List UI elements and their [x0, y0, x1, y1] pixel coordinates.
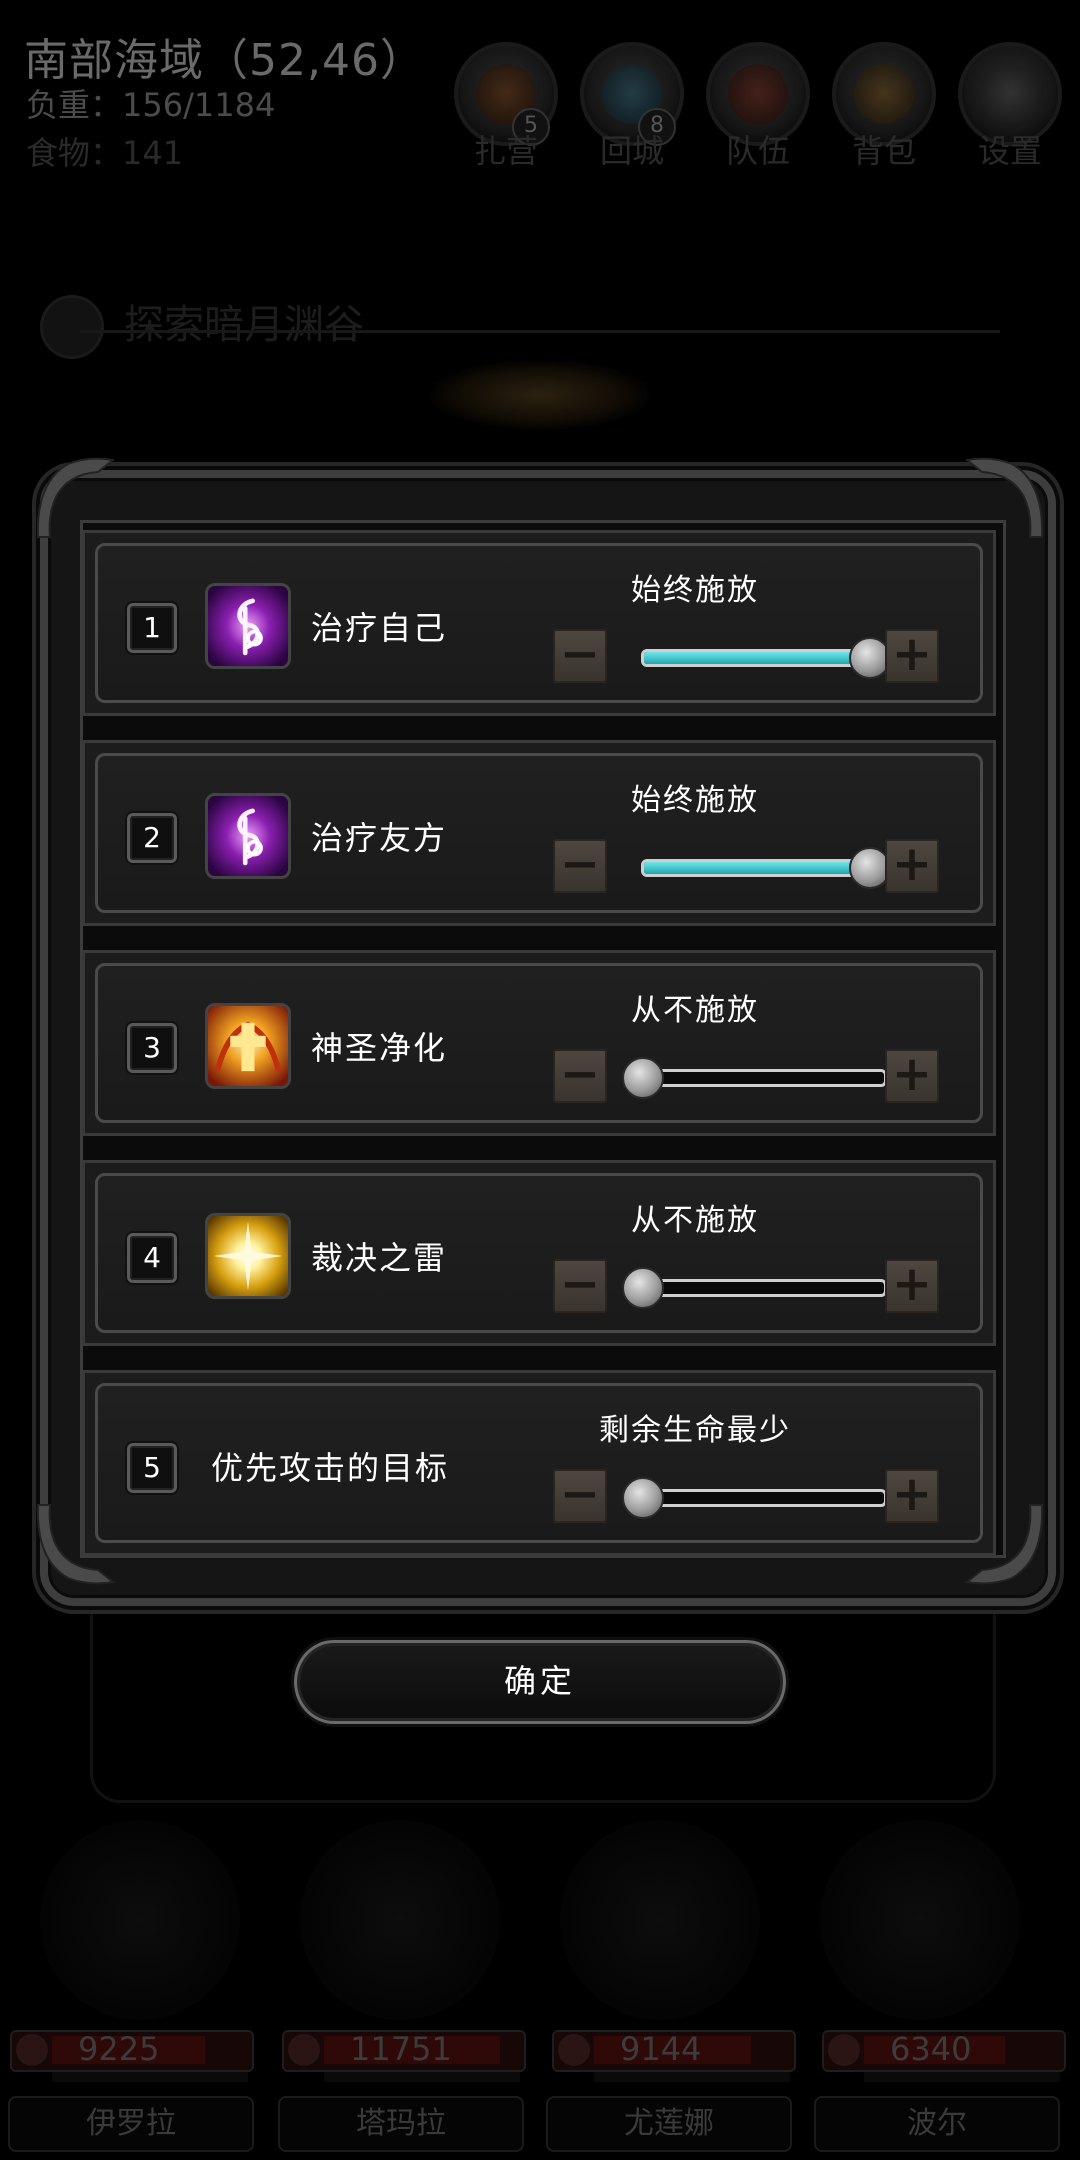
party-hp-bar: 9225 [10, 2030, 254, 2082]
party-hp-bar: 9144 [552, 2030, 796, 2082]
party-hp-value: 9144 [620, 2030, 702, 2068]
party-member-name[interactable]: 伊罗拉 [8, 2096, 254, 2152]
increase-button[interactable]: + [885, 1469, 939, 1523]
party-member-name[interactable]: 波尔 [814, 2096, 1060, 2152]
holy-purify-icon [205, 1003, 291, 1089]
decrease-button[interactable]: − [553, 839, 607, 893]
portrait-avatar [300, 1820, 500, 2020]
cast-slider[interactable] [641, 1069, 887, 1087]
camp-button[interactable]: 5 扎营 [446, 42, 566, 170]
skill-row: 1 治疗自己 始终施放 − + [82, 530, 996, 716]
decrease-button[interactable]: − [553, 1259, 607, 1313]
skill-name: 裁决之雷 [311, 1239, 448, 1277]
decrease-button[interactable]: − [553, 1469, 607, 1523]
skill-row: 4 裁决之雷 从不施放 − + [82, 1160, 996, 1346]
judgement-thunder-icon [205, 1213, 291, 1299]
return-town-label: 回城 [599, 132, 664, 170]
heal-ally-icon [205, 793, 291, 879]
skill-index: 2 [127, 813, 177, 863]
increase-button[interactable]: + [885, 1049, 939, 1103]
settings-label: 设置 [977, 132, 1042, 170]
party-member-name[interactable]: 塔玛拉 [278, 2096, 524, 2152]
decrease-button[interactable]: − [553, 629, 607, 683]
cast-mode-label: 从不施放 [631, 993, 759, 1028]
frame-ornament-icon [430, 360, 650, 430]
increase-button[interactable]: + [885, 839, 939, 893]
skill-row: 3 神圣净化 从不施放 − + [82, 950, 996, 1136]
backpack-label: 背包 [851, 132, 916, 170]
settings-button[interactable]: 设置 [950, 42, 1070, 170]
party-hp-value: 11751 [350, 2030, 452, 2068]
team-button[interactable]: 队伍 [698, 42, 818, 170]
gear-icon [980, 64, 1040, 124]
target-priority-label: 优先攻击的目标 [211, 1449, 450, 1487]
party-hp-value: 6340 [890, 2030, 972, 2068]
hp-orb-icon [288, 2034, 320, 2066]
party-hp-bar: 6340 [822, 2030, 1066, 2082]
weight-label: 负重：156/1184 [26, 86, 276, 124]
hp-orb-icon [558, 2034, 590, 2066]
target-mode-label: 剩余生命最少 [599, 1413, 791, 1448]
increase-button[interactable]: + [885, 1259, 939, 1313]
food-label: 食物：141 [26, 134, 184, 172]
skill-name: 治疗友方 [311, 819, 448, 857]
target-priority-row: 5 优先攻击的目标 剩余生命最少 − + [82, 1370, 996, 1556]
party-member-name[interactable]: 尤莲娜 [546, 2096, 792, 2152]
skill-index: 4 [127, 1233, 177, 1283]
skill-index: 3 [127, 1023, 177, 1073]
portrait-avatar [560, 1820, 760, 2020]
slider-handle[interactable] [622, 1477, 664, 1519]
backpack-icon [854, 64, 914, 124]
location-title: 南部海域（52,46） [24, 35, 425, 86]
cast-mode-label: 始终施放 [631, 783, 759, 818]
skill-name: 治疗自己 [311, 609, 448, 647]
target-slider[interactable] [641, 1489, 887, 1507]
portrait-avatar [820, 1820, 1020, 2020]
team-label: 队伍 [725, 132, 790, 170]
skill-index: 1 [127, 603, 177, 653]
cast-slider[interactable] [641, 1279, 887, 1297]
skill-row: 2 治疗友方 始终施放 − + [82, 740, 996, 926]
party-hp-bar: 11751 [282, 2030, 526, 2082]
party-hp-value: 9225 [78, 2030, 160, 2068]
decrease-button[interactable]: − [553, 1049, 607, 1103]
confirm-button[interactable]: 确定 [294, 1640, 786, 1724]
backpack-button[interactable]: 背包 [824, 42, 944, 170]
heal-self-icon [205, 583, 291, 669]
hp-orb-icon [828, 2034, 860, 2066]
increase-button[interactable]: + [885, 629, 939, 683]
slider-handle[interactable] [622, 1057, 664, 1099]
return-town-button[interactable]: 8 回城 [572, 42, 692, 170]
team-icon [728, 64, 788, 124]
skill-name: 神圣净化 [311, 1029, 448, 1067]
slider-handle[interactable] [622, 1267, 664, 1309]
cast-mode-label: 从不施放 [631, 1203, 759, 1238]
skill-index: 5 [127, 1443, 177, 1493]
camp-label: 扎营 [473, 132, 538, 170]
cast-mode-label: 始终施放 [631, 573, 759, 608]
hp-orb-icon [16, 2034, 48, 2066]
portrait-avatar [40, 1820, 240, 2020]
